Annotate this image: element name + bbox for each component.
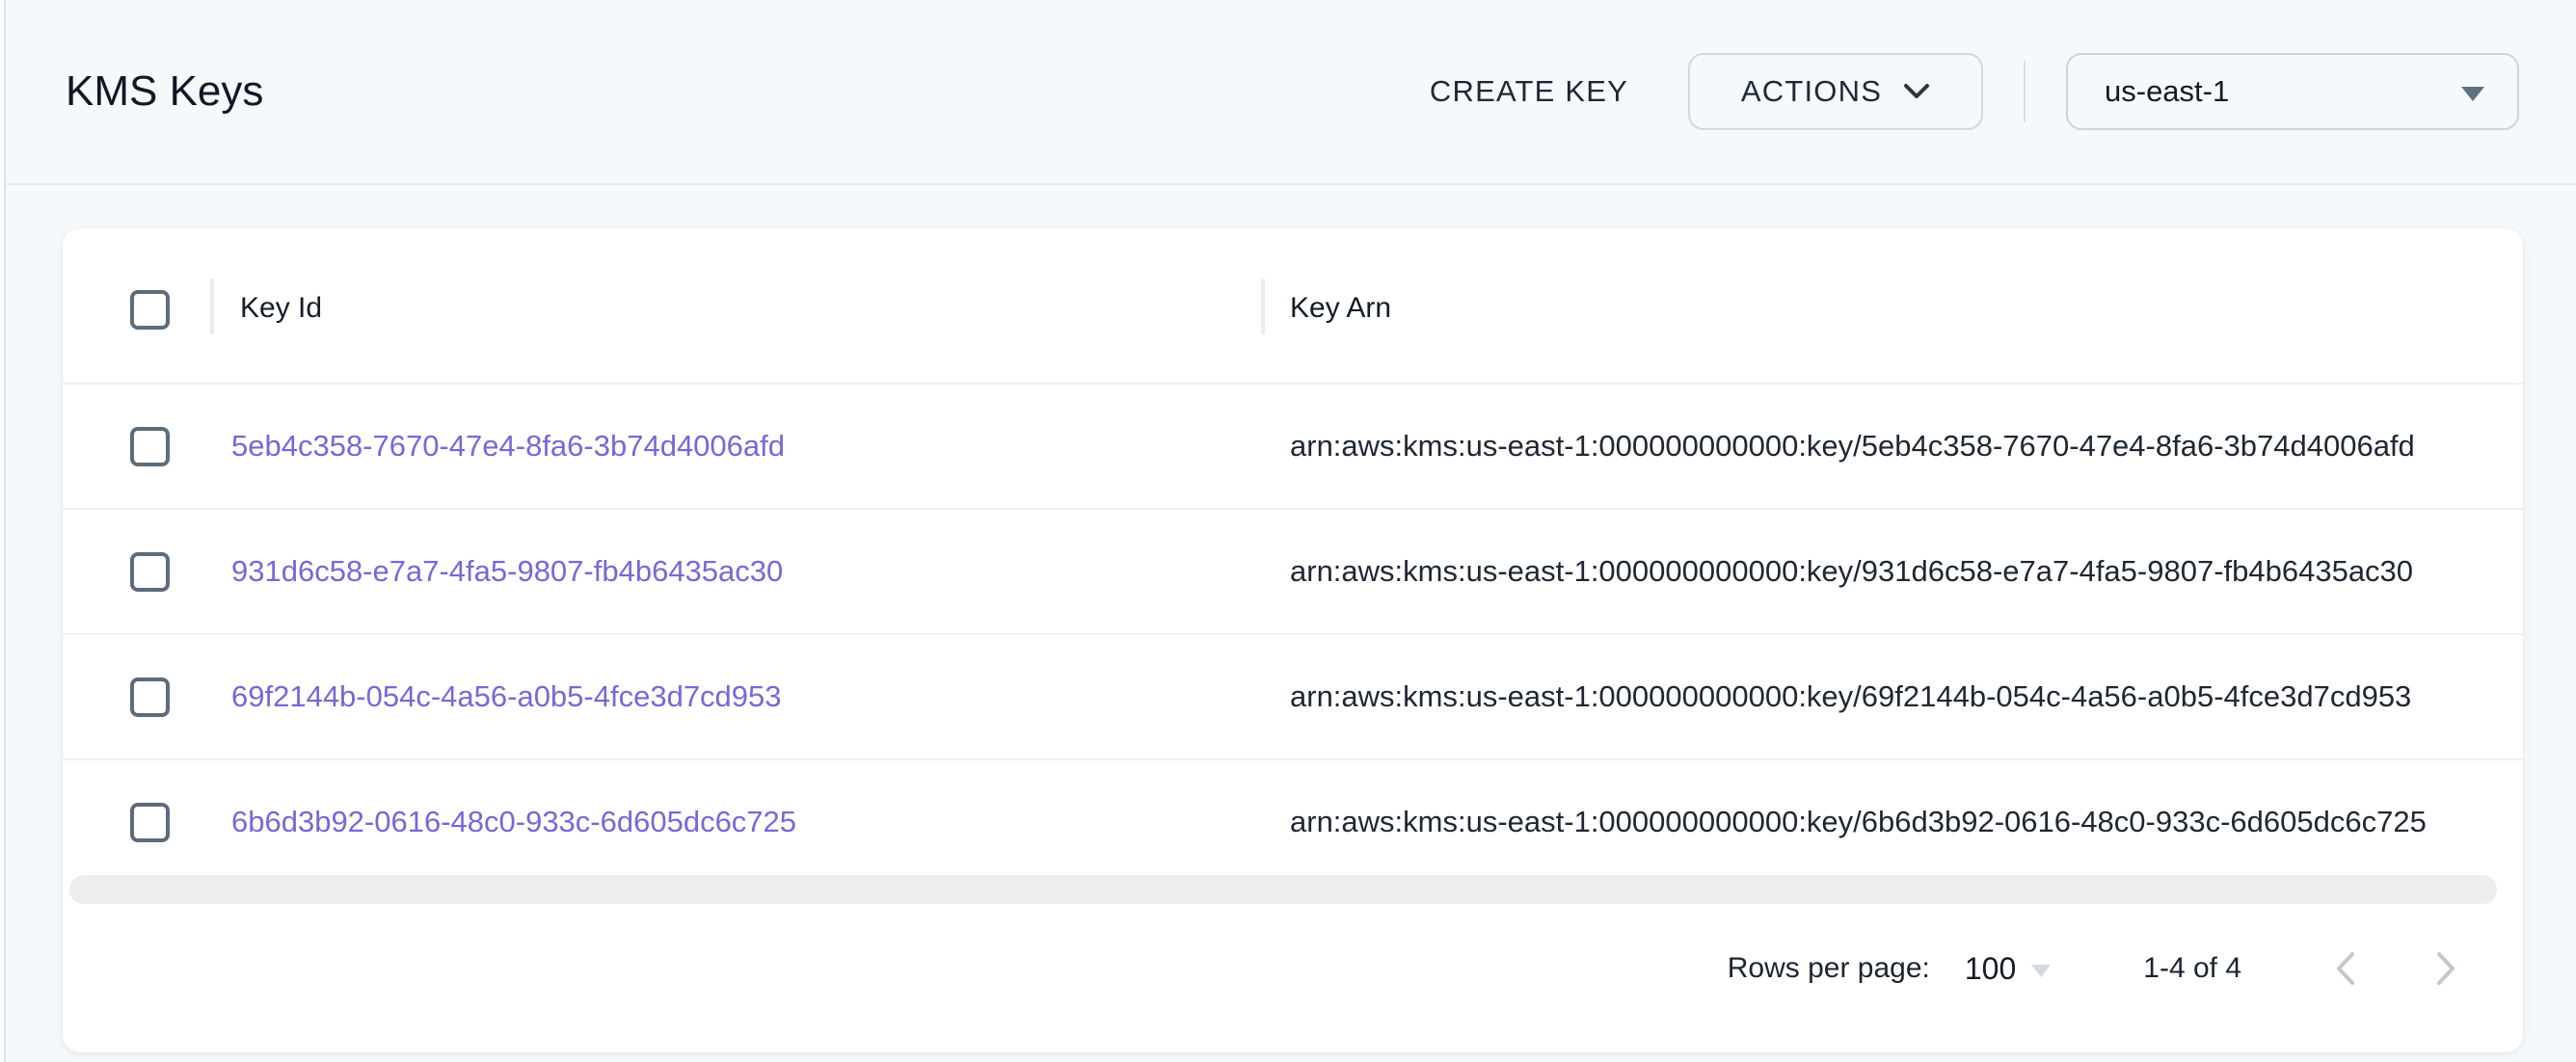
page-header: KMS Keys CREATE KEY ACTIONS us-east-1	[6, 0, 2576, 183]
key-id-link[interactable]: 5eb4c358-7670-47e4-8fa6-3b74d4006afd	[231, 385, 785, 508]
column-separator	[1261, 279, 1265, 334]
rows-per-page-value: 100	[1965, 951, 2016, 987]
header-divider	[6, 183, 2576, 185]
key-id-link[interactable]: 6b6d3b92-0616-48c0-933c-6d605dc6c725	[231, 760, 796, 884]
table-row[interactable]: 69f2144b-054c-4a56-a0b5-4fce3d7cd953 arn…	[63, 633, 2523, 758]
actions-button[interactable]: ACTIONS	[1688, 53, 1983, 130]
key-arn-cell: arn:aws:kms:us-east-1:000000000000:key/6…	[1290, 635, 2411, 758]
select-all-checkbox[interactable]	[130, 290, 170, 330]
chevron-right-icon	[2429, 949, 2462, 988]
page-title: KMS Keys	[66, 0, 263, 183]
column-separator	[210, 279, 214, 334]
previous-page-button[interactable]	[2322, 945, 2369, 992]
region-select-value: us-east-1	[2105, 74, 2229, 109]
row-checkbox[interactable]	[130, 427, 170, 466]
row-checkbox[interactable]	[130, 677, 170, 717]
kms-keys-page: KMS Keys CREATE KEY ACTIONS us-east-1 Ke…	[0, 0, 2576, 1062]
key-arn-cell: arn:aws:kms:us-east-1:000000000000:key/6…	[1290, 760, 2427, 884]
table-row[interactable]: 5eb4c358-7670-47e4-8fa6-3b74d4006afd arn…	[63, 383, 2523, 508]
key-arn-cell: arn:aws:kms:us-east-1:000000000000:key/9…	[1290, 510, 2413, 633]
row-checkbox[interactable]	[130, 803, 170, 842]
chevron-down-icon	[1903, 83, 1930, 100]
create-key-button[interactable]: CREATE KEY	[1430, 74, 1628, 109]
chevron-left-icon	[2329, 949, 2362, 988]
actions-button-label: ACTIONS	[1741, 74, 1882, 109]
horizontal-scrollbar[interactable]	[69, 875, 2497, 904]
column-header-key-id[interactable]: Key Id	[240, 228, 322, 383]
key-id-link[interactable]: 69f2144b-054c-4a56-a0b5-4fce3d7cd953	[231, 635, 782, 758]
rows-per-page-label: Rows per page:	[1728, 952, 1930, 985]
keys-table-card: Key Id Key Arn 5eb4c358-7670-47e4-8fa6-3…	[63, 228, 2523, 1052]
next-page-button[interactable]	[2423, 945, 2469, 992]
table-row[interactable]: 6b6d3b92-0616-48c0-933c-6d605dc6c725 arn…	[63, 758, 2523, 884]
table-header-row: Key Id Key Arn	[63, 228, 2523, 383]
header-vertical-divider	[2024, 61, 2026, 122]
pagination-bar: Rows per page: 100 1-4 of 4	[1728, 934, 2469, 1003]
key-arn-cell: arn:aws:kms:us-east-1:000000000000:key/5…	[1290, 385, 2415, 508]
header-controls: CREATE KEY ACTIONS us-east-1	[1430, 0, 2519, 183]
column-header-key-arn[interactable]: Key Arn	[1290, 228, 1391, 383]
arrow-drop-down-icon	[2461, 87, 2484, 101]
key-id-link[interactable]: 931d6c58-e7a7-4fa5-9807-fb4b6435ac30	[231, 510, 783, 633]
region-select[interactable]: us-east-1	[2066, 53, 2519, 130]
pagination-range: 1-4 of 4	[2143, 952, 2241, 985]
rows-per-page-select[interactable]: 100	[1965, 951, 2051, 987]
table-row[interactable]: 931d6c58-e7a7-4fa5-9807-fb4b6435ac30 arn…	[63, 508, 2523, 633]
row-checkbox[interactable]	[130, 552, 170, 592]
arrow-drop-down-icon	[2031, 965, 2051, 977]
